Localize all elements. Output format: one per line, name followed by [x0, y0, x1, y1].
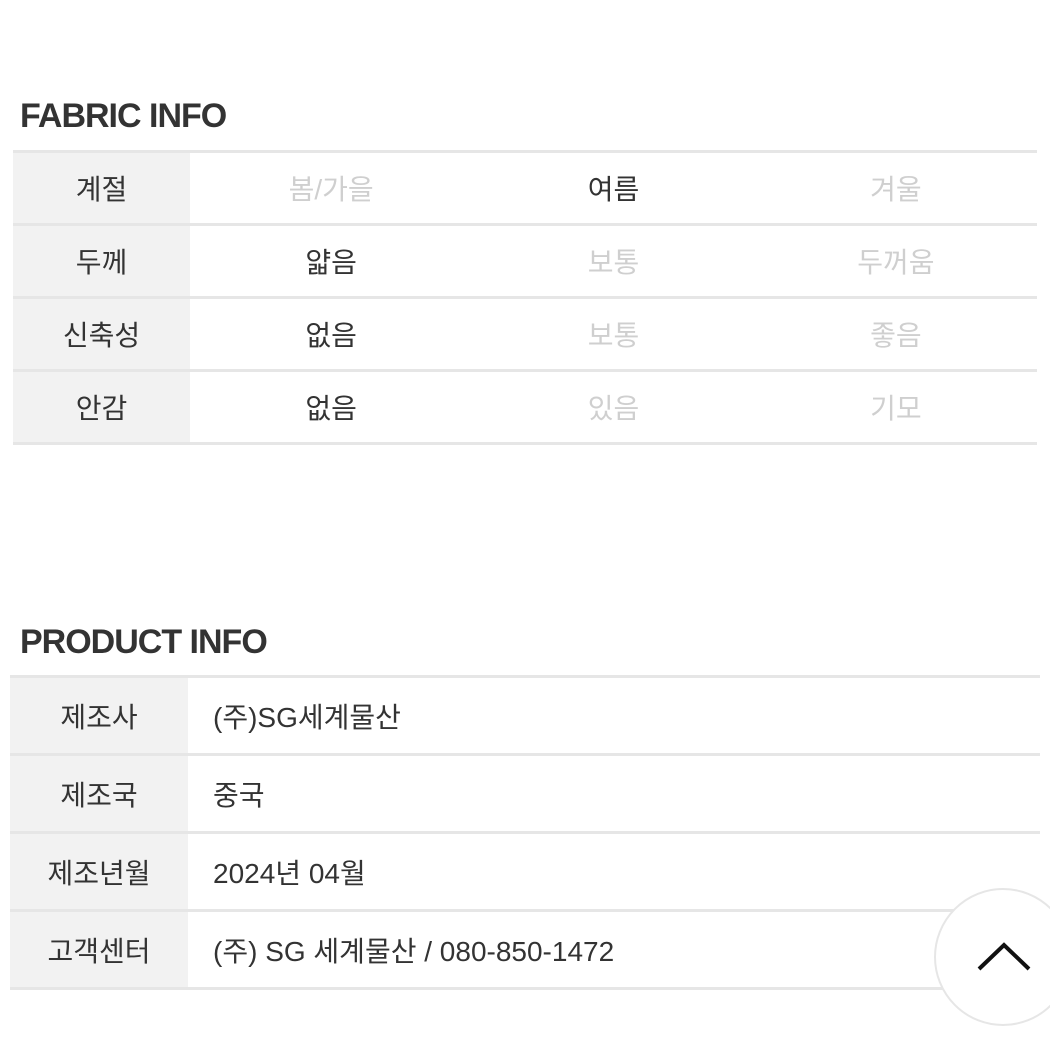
fabric-option: 보통 — [472, 296, 755, 372]
fabric-row-label: 안감 — [13, 369, 190, 445]
fabric-row: 신축성 없음 보통 좋음 — [13, 296, 1037, 372]
product-row-value: (주)SG세계물산 — [188, 675, 1040, 756]
fabric-option: 두꺼움 — [754, 223, 1037, 299]
fabric-option: 겨울 — [754, 150, 1037, 226]
product-info-title: PRODUCT INFO — [20, 623, 268, 661]
product-row: 제조년월 2024년 04월 — [10, 831, 1040, 912]
fabric-option: 기모 — [754, 369, 1037, 445]
product-row-value: (주) SG 세계물산 / 080-850-1472 — [188, 909, 1040, 990]
product-row: 제조사 (주)SG세계물산 — [10, 675, 1040, 756]
product-row-value: 중국 — [188, 753, 1040, 834]
fabric-option-selected: 없음 — [190, 296, 473, 372]
product-row-label: 제조사 — [10, 675, 188, 756]
fabric-info-table: 계절 봄/가을 여름 겨울 두께 얇음 보통 두꺼움 신축성 없음 보통 좋음 안감 없음 있음 기모 — [13, 150, 1037, 445]
fabric-row-label: 신축성 — [13, 296, 190, 372]
fabric-option-selected: 여름 — [472, 150, 755, 226]
product-info-table: 제조사 (주)SG세계물산 제조국 중국 제조년월 2024년 04월 고객센터 (주) SG… — [10, 675, 1040, 990]
fabric-row: 안감 없음 있음 기모 — [13, 369, 1037, 445]
chevron-up-icon — [977, 942, 1031, 971]
product-row-label: 제조국 — [10, 753, 188, 834]
fabric-option: 있음 — [472, 369, 755, 445]
product-row: 제조국 중국 — [10, 753, 1040, 834]
fabric-row-label: 계절 — [13, 150, 190, 226]
fabric-row-label: 두께 — [13, 223, 190, 299]
fabric-option: 좋음 — [754, 296, 1037, 372]
fabric-row: 두께 얇음 보통 두꺼움 — [13, 223, 1037, 299]
fabric-row: 계절 봄/가을 여름 겨울 — [13, 150, 1037, 226]
fabric-option-selected: 얇음 — [190, 223, 473, 299]
product-row-label: 고객센터 — [10, 909, 188, 990]
fabric-option-selected: 없음 — [190, 369, 473, 445]
product-row: 고객센터 (주) SG 세계물산 / 080-850-1472 — [10, 909, 1040, 990]
fabric-option: 봄/가을 — [190, 150, 473, 226]
product-row-label: 제조년월 — [10, 831, 188, 912]
fabric-info-title: FABRIC INFO — [20, 97, 227, 135]
fabric-option: 보통 — [472, 223, 755, 299]
product-row-value: 2024년 04월 — [188, 831, 1040, 912]
